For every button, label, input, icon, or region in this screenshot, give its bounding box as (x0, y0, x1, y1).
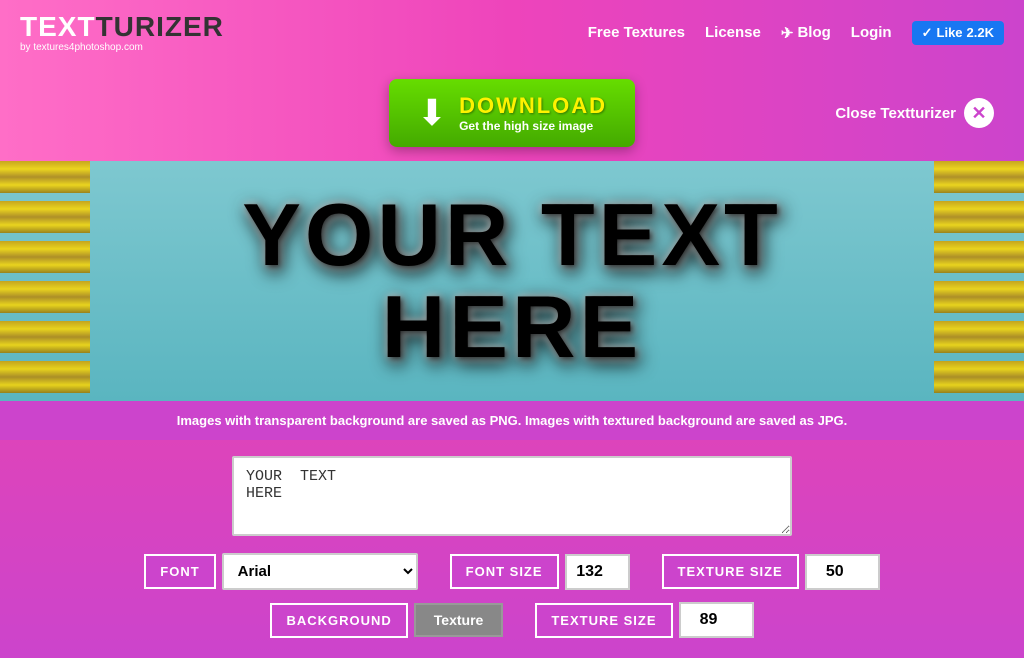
controls-row-1: FONT Arial Times New Roman Courier Georg… (144, 553, 879, 590)
logo-tex: TEXT (20, 11, 96, 42)
chain-right-decoration (934, 161, 1024, 401)
download-button[interactable]: ⬇ DOWNLOAD Get the high size image (389, 79, 635, 147)
download-label: DOWNLOAD (459, 93, 607, 119)
preview-area: YOUR TEXT HERE (0, 161, 1024, 401)
close-label: Close Textturizer (835, 105, 956, 122)
like-button[interactable]: ✓ Like 2.2K (912, 21, 1004, 45)
font-size-input[interactable] (565, 554, 630, 590)
texture-size-input-2[interactable] (679, 602, 754, 638)
text-input[interactable]: YOUR TEXT HERE (232, 456, 792, 536)
download-sublabel: Get the high size image (459, 119, 607, 133)
like-count: 2.2K (967, 25, 994, 40)
texture-size-input-1[interactable] (805, 554, 880, 590)
controls-row-2: BACKGROUND Texture TEXTURE SIZE (270, 602, 753, 638)
send-icon: ✈ (781, 24, 794, 42)
text-input-area: YOUR TEXT HERE (232, 456, 792, 541)
like-label: Like (937, 25, 963, 40)
download-section: ⬇ DOWNLOAD Get the high size image Close… (0, 65, 1024, 161)
nav-free-textures[interactable]: Free Textures (588, 24, 685, 41)
background-label: BACKGROUND (270, 603, 407, 638)
texture-size-label-1: TEXTURE SIZE (662, 554, 799, 589)
nav-license[interactable]: License (705, 24, 761, 41)
preview-text-line2: HERE (382, 281, 643, 373)
texture-size-label-2: TEXTURE SIZE (535, 603, 672, 638)
chain-left-decoration (0, 161, 90, 401)
texture-button[interactable]: Texture (414, 603, 504, 637)
controls-area: YOUR TEXT HERE FONT Arial Times New Roma… (0, 440, 1024, 658)
logo: TEXTTURIZER by textures4photoshop.com (20, 13, 224, 53)
download-icon: ⬇ (417, 95, 447, 131)
close-circle-icon: ✕ (964, 98, 994, 128)
logo-text: TEXTTURIZER (20, 13, 224, 41)
preview-text-line1: YOUR TEXT (242, 189, 782, 281)
header: TEXTTURIZER by textures4photoshop.com Fr… (0, 0, 1024, 65)
nav-blog[interactable]: ✈ Blog (781, 24, 831, 42)
nav-login[interactable]: Login (851, 24, 892, 41)
nav: Free Textures License ✈ Blog Login ✓ Lik… (588, 21, 1004, 45)
notice-text: Images with transparent background are s… (177, 413, 847, 428)
font-label: FONT (144, 554, 215, 589)
font-size-label: FONT SIZE (450, 554, 559, 589)
logo-turizer: TURIZER (96, 11, 224, 42)
font-select[interactable]: Arial Times New Roman Courier Georgia Ve… (222, 553, 418, 590)
checkmark-icon: ✓ (922, 25, 933, 41)
close-button[interactable]: Close Textturizer ✕ (835, 98, 994, 128)
logo-subtitle: by textures4photoshop.com (20, 42, 224, 53)
preview-text-container: YOUR TEXT HERE (0, 161, 1024, 401)
notice-bar: Images with transparent background are s… (0, 401, 1024, 440)
